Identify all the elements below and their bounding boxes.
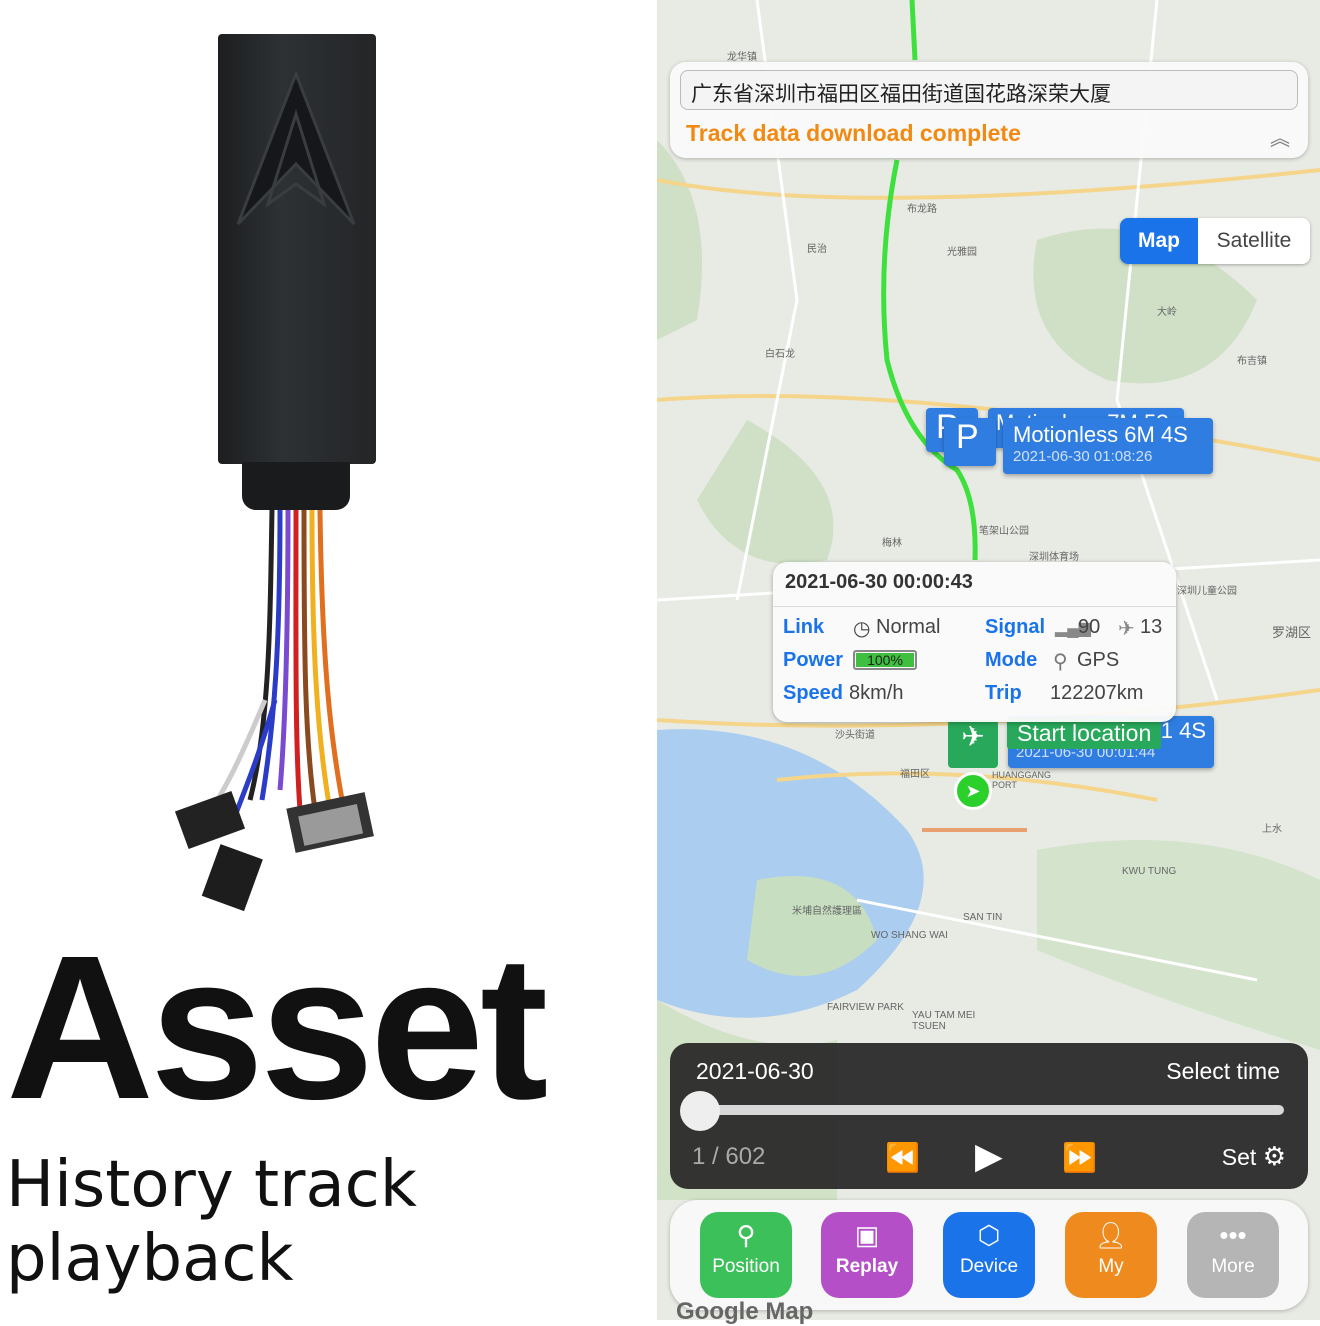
map-label: 米埔自然護理區 [792,906,862,917]
tab-label: My [1098,1256,1124,1277]
tab-position[interactable]: ⚲ Position [700,1212,792,1298]
tracker-cable-grommet [242,462,350,510]
bottom-nav: ⚲ Position ▣ Replay ⬡ Device 👤︎ My ••• More [670,1200,1308,1310]
map-label: YAU TAM MEI TSUEN [912,1010,976,1032]
cube-icon: ⬡ [977,1220,1001,1250]
map-label: KWU TUNG [1122,866,1177,877]
map-label: 梅林 [882,538,902,549]
play-icon[interactable]: ▶ [975,1135,1003,1177]
power-label: Power [783,649,844,671]
map-label: 笔架山公园 [979,526,1029,537]
select-time-button[interactable]: Select time [1166,1058,1280,1085]
playback-date[interactable]: 2021-06-30 [696,1058,814,1085]
vehicle-position-icon[interactable]: ➤ [954,772,992,810]
map-label: SAN TIN [963,912,1003,923]
link-label: Link [783,616,825,638]
location-pin-icon: ⚲ [1053,651,1068,673]
gear-icon: ⚙ [1262,1141,1286,1171]
stop-marker-label[interactable]: Motionless 6M 4S 2021-06-30 01:08:26 [1003,418,1213,474]
stop-marker-title: Motionless 6M 4S [1013,422,1188,447]
map-label: 龙华镇 [727,52,757,63]
chevron-up-icon[interactable]: ︽ [1270,122,1290,151]
address-card: 广东省深圳市福田区福田街道国花路深荣大厦 Track data download… [670,62,1308,158]
settings-button[interactable]: Set ⚙ [1222,1141,1286,1172]
track-point-popup: 2021-06-30 00:00:43 Link ◷ Normal Signal… [773,562,1176,722]
location-pin-icon: ⚲ [736,1220,756,1250]
more-icon: ••• [1219,1220,1247,1250]
tab-label: Position [712,1256,780,1277]
battery-level: 100% [856,653,914,667]
start-marker-title[interactable]: Start location [1007,718,1162,749]
satellite-icon: ✈ [1118,618,1135,640]
address-field[interactable]: 广东省深圳市福田区福田街道国花路深荣大厦 [680,70,1298,110]
parking-marker-icon[interactable]: P [944,418,996,466]
trip-value: 122207km [1050,682,1144,704]
playback-slider[interactable] [692,1105,1284,1115]
playback-panel: 2021-06-30 Select time 1 / 602 ⏪ ▶ ⏩ Set… [670,1043,1308,1189]
mode-label: Mode [985,649,1038,671]
mode-value: GPS [1077,649,1120,671]
tab-replay[interactable]: ▣ Replay [821,1212,913,1298]
map-label: 福田区 [900,769,930,780]
map-label: FAIRVIEW PARK [827,1002,904,1013]
tab-device[interactable]: ⬡ Device [943,1212,1035,1298]
tab-my[interactable]: 👤︎ My [1065,1212,1157,1298]
trip-label: Trip [985,682,1022,704]
set-label: Set [1221,1144,1257,1170]
popup-timestamp: 2021-06-30 00:00:43 [785,571,973,593]
tab-label: More [1211,1256,1255,1277]
map-label: 上水 [1262,824,1282,835]
clock-icon: ◷ [853,618,871,640]
map-label: 布龙路 [907,204,937,215]
signal-label: Signal [985,616,1046,638]
satellite-option[interactable]: Satellite [1198,218,1310,264]
map-label: 深圳儿童公园 [1177,586,1237,597]
map-type-toggle[interactable]: Map Satellite [1120,218,1310,264]
google-map-credit: Google Map [676,1298,814,1325]
tab-more[interactable]: ••• More [1187,1212,1279,1298]
map-label: 光雅园 [947,247,977,258]
start-flag-icon[interactable]: ✈ [948,720,998,768]
signal-value: 90 [1078,616,1101,638]
stop-marker-time: 2021-06-30 01:08:26 [1013,448,1153,465]
map-label: 民治 [807,244,827,255]
tab-label: Replay [835,1256,899,1277]
map-label: WO SHANG WAI [871,930,948,941]
hero-subtitle: History track playback [6,1148,417,1296]
person-icon: 👤︎ [1094,1220,1128,1250]
battery-icon: 100% [853,650,917,670]
map-label: 深圳体育场 [1029,552,1079,563]
video-icon: ▣ [854,1220,880,1250]
map-label: 白石龙 [765,349,795,360]
map-label: 布吉镇 [1237,356,1267,367]
speed-value: 8km/h [849,682,904,704]
download-status: Track data download complete [686,120,1021,146]
rewind-icon[interactable]: ⏪ [885,1141,920,1174]
brand-logo-icon [236,69,356,226]
divider [773,606,1176,607]
map-label: 大岭 [1157,307,1177,318]
satellite-count: 13 [1140,616,1163,638]
map-label: 罗湖区 [1272,625,1312,640]
slider-handle[interactable] [680,1091,720,1131]
speed-label: Speed [783,682,844,704]
map-option[interactable]: Map [1120,218,1198,264]
point-counter: 1 / 602 [692,1143,766,1170]
hero-title: Asset [6,913,548,1142]
fast-forward-icon[interactable]: ⏩ [1062,1141,1097,1174]
tab-label: Device [959,1256,1019,1277]
map-label: 沙头街道 [835,730,875,741]
product-panel: Asset History track playback [0,0,657,1320]
map-label: HUANGGANG PORT [992,770,1052,790]
link-value: Normal [876,616,941,638]
tracker-body [218,34,376,464]
